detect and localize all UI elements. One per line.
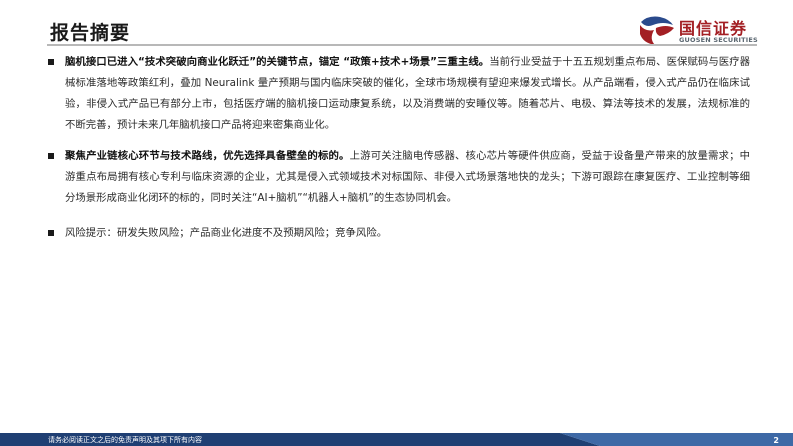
bullet-paragraph: 风险提示：研发失败风险；产品商业化进度不及预期风险；竞争风险。 <box>65 223 387 244</box>
title-divider <box>47 44 757 46</box>
logo-english-name: GUOSEN SECURITIES <box>679 36 758 44</box>
bullet-headline: 聚焦产业链核心环节与技术路线，优先选择具备壁垒的标的。 <box>65 150 350 162</box>
summary-content: 脑机接口已进入“技术突破向商业化跃迁”的关键节点，锚定 “政策+技术+场景”三重… <box>48 52 750 244</box>
risk-warning-text: 风险提示：研发失败风险；产品商业化进度不及预期风险；竞争风险。 <box>65 227 388 239</box>
bullet-square-icon <box>48 59 54 65</box>
bullet-headline: 脑机接口已进入“技术突破向商业化跃迁”的关键节点，锚定 “政策+技术+场景”三重… <box>65 56 490 68</box>
page-title: 报告摘要 <box>50 22 131 44</box>
bullet-paragraph: 聚焦产业链核心环节与技术路线，优先选择具备壁垒的标的。上游可关注脑电传感器、核心… <box>65 146 750 209</box>
footer-disclaimer: 请务必阅读正文之后的免责声明及其项下所有内容 <box>48 436 202 444</box>
bullet-square-icon <box>48 230 54 236</box>
summary-bullet-2: 聚焦产业链核心环节与技术路线，优先选择具备壁垒的标的。上游可关注脑电传感器、核心… <box>48 146 750 209</box>
bullet-paragraph: 脑机接口已进入“技术突破向商业化跃迁”的关键节点，锚定 “政策+技术+场景”三重… <box>65 52 750 136</box>
guosen-logo-icon <box>640 16 674 45</box>
summary-bullet-1: 脑机接口已进入“技术突破向商业化跃迁”的关键节点，锚定 “政策+技术+场景”三重… <box>48 52 750 136</box>
page-number: 2 <box>773 436 779 445</box>
company-logo: 国信证券 GUOSEN SECURITIES <box>638 14 760 48</box>
summary-bullet-3: 风险提示：研发失败风险；产品商业化进度不及预期风险；竞争风险。 <box>48 223 750 244</box>
bullet-square-icon <box>48 153 54 159</box>
